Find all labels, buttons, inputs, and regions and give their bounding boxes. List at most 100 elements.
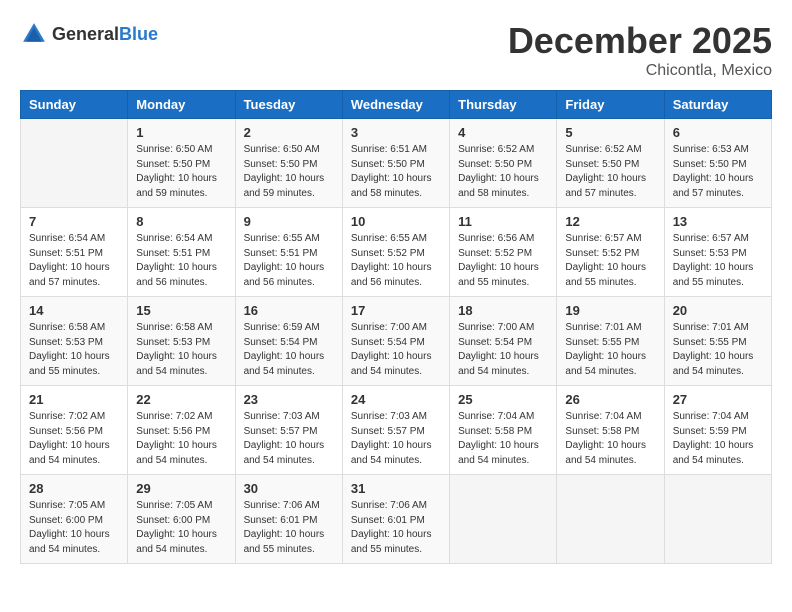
day-info: Sunrise: 6:52 AM Sunset: 5:50 PM Dayligh… xyxy=(565,143,655,201)
day-info: Sunrise: 6:54 AM Sunset: 5:51 PM Dayligh… xyxy=(136,232,226,290)
calendar-cell: 9 Sunrise: 6:55 AM Sunset: 5:51 PM Daylig… xyxy=(235,208,342,297)
day-number: 20 xyxy=(673,303,763,318)
calendar-cell: 18 Sunrise: 7:00 AM Sunset: 5:54 PM Dayli… xyxy=(450,297,557,386)
calendar-cell: 28 Sunrise: 7:05 AM Sunset: 6:00 PM Dayli… xyxy=(21,475,128,564)
calendar-cell: 12 Sunrise: 6:57 AM Sunset: 5:52 PM Dayli… xyxy=(557,208,664,297)
day-info: Sunrise: 7:04 AM Sunset: 5:59 PM Dayligh… xyxy=(673,410,763,468)
weekday-header-saturday: Saturday xyxy=(664,91,771,119)
day-info: Sunrise: 7:00 AM Sunset: 5:54 PM Dayligh… xyxy=(351,321,441,379)
day-number: 9 xyxy=(244,214,334,229)
calendar-cell: 11 Sunrise: 6:56 AM Sunset: 5:52 PM Dayli… xyxy=(450,208,557,297)
calendar-cell: 20 Sunrise: 7:01 AM Sunset: 5:55 PM Dayli… xyxy=(664,297,771,386)
page-header: GeneralBlue December 2025 Chicontla, Mex… xyxy=(20,20,772,80)
logo-blue: Blue xyxy=(119,24,158,44)
day-info: Sunrise: 6:57 AM Sunset: 5:53 PM Dayligh… xyxy=(673,232,763,290)
calendar-cell: 4Sunrise: 6:52 AM Sunset: 5:50 PM Daylig… xyxy=(450,119,557,208)
calendar-cell: 25 Sunrise: 7:04 AM Sunset: 5:58 PM Dayli… xyxy=(450,386,557,475)
calendar-table: SundayMondayTuesdayWednesdayThursdayFrid… xyxy=(20,90,772,564)
day-number: 21 xyxy=(29,392,119,407)
month-year-title: December 2025 xyxy=(508,20,772,62)
day-number: 23 xyxy=(244,392,334,407)
logo: GeneralBlue xyxy=(20,20,158,48)
day-info: Sunrise: 7:04 AM Sunset: 5:58 PM Dayligh… xyxy=(458,410,548,468)
day-info: Sunrise: 7:00 AM Sunset: 5:54 PM Dayligh… xyxy=(458,321,548,379)
day-number: 25 xyxy=(458,392,548,407)
day-info: Sunrise: 6:54 AM Sunset: 5:51 PM Dayligh… xyxy=(29,232,119,290)
day-number: 26 xyxy=(565,392,655,407)
weekday-header-thursday: Thursday xyxy=(450,91,557,119)
day-number: 12 xyxy=(565,214,655,229)
weekday-header-monday: Monday xyxy=(128,91,235,119)
logo-text: GeneralBlue xyxy=(52,24,158,45)
day-info: Sunrise: 6:57 AM Sunset: 5:52 PM Dayligh… xyxy=(565,232,655,290)
title-area: December 2025 Chicontla, Mexico xyxy=(508,20,772,80)
calendar-cell: 2 Sunrise: 6:50 AM Sunset: 5:50 PM Daylig… xyxy=(235,119,342,208)
calendar-cell: 5 Sunrise: 6:52 AM Sunset: 5:50 PM Daylig… xyxy=(557,119,664,208)
day-number: 27 xyxy=(673,392,763,407)
day-info: Sunrise: 6:50 AM Sunset: 5:50 PM Dayligh… xyxy=(244,143,334,201)
calendar-cell: 23Sunrise: 7:03 AM Sunset: 5:57 PM Dayli… xyxy=(235,386,342,475)
calendar-cell xyxy=(450,475,557,564)
week-row-2: 7 Sunrise: 6:54 AM Sunset: 5:51 PM Daylig… xyxy=(21,208,772,297)
day-info: Sunrise: 7:04 AM Sunset: 5:58 PM Dayligh… xyxy=(565,410,655,468)
weekday-header-row: SundayMondayTuesdayWednesdayThursdayFrid… xyxy=(21,91,772,119)
calendar-cell xyxy=(664,475,771,564)
calendar-cell: 27 Sunrise: 7:04 AM Sunset: 5:59 PM Dayli… xyxy=(664,386,771,475)
day-info: Sunrise: 6:52 AM Sunset: 5:50 PM Dayligh… xyxy=(458,143,548,201)
calendar-cell: 24Sunrise: 7:03 AM Sunset: 5:57 PM Dayli… xyxy=(342,386,449,475)
day-number: 15 xyxy=(136,303,226,318)
calendar-cell: 6Sunrise: 6:53 AM Sunset: 5:50 PM Daylig… xyxy=(664,119,771,208)
calendar-cell: 3 Sunrise: 6:51 AM Sunset: 5:50 PM Daylig… xyxy=(342,119,449,208)
weekday-header-friday: Friday xyxy=(557,91,664,119)
calendar-cell: 13 Sunrise: 6:57 AM Sunset: 5:53 PM Dayli… xyxy=(664,208,771,297)
day-info: Sunrise: 6:58 AM Sunset: 5:53 PM Dayligh… xyxy=(29,321,119,379)
day-number: 28 xyxy=(29,481,119,496)
day-number: 5 xyxy=(565,125,655,140)
day-number: 31 xyxy=(351,481,441,496)
week-row-5: 28 Sunrise: 7:05 AM Sunset: 6:00 PM Dayli… xyxy=(21,475,772,564)
day-info: Sunrise: 6:56 AM Sunset: 5:52 PM Dayligh… xyxy=(458,232,548,290)
day-number: 8 xyxy=(136,214,226,229)
calendar-cell xyxy=(557,475,664,564)
day-number: 10 xyxy=(351,214,441,229)
logo-general: General xyxy=(52,24,119,44)
day-info: Sunrise: 7:06 AM Sunset: 6:01 PM Dayligh… xyxy=(351,499,441,557)
day-number: 18 xyxy=(458,303,548,318)
day-number: 7 xyxy=(29,214,119,229)
day-info: Sunrise: 7:05 AM Sunset: 6:00 PM Dayligh… xyxy=(29,499,119,557)
calendar-cell: 29Sunrise: 7:05 AM Sunset: 6:00 PM Dayli… xyxy=(128,475,235,564)
day-info: Sunrise: 6:51 AM Sunset: 5:50 PM Dayligh… xyxy=(351,143,441,201)
day-number: 30 xyxy=(244,481,334,496)
day-info: Sunrise: 6:55 AM Sunset: 5:52 PM Dayligh… xyxy=(351,232,441,290)
day-info: Sunrise: 6:55 AM Sunset: 5:51 PM Dayligh… xyxy=(244,232,334,290)
day-info: Sunrise: 7:03 AM Sunset: 5:57 PM Dayligh… xyxy=(351,410,441,468)
day-info: Sunrise: 6:50 AM Sunset: 5:50 PM Dayligh… xyxy=(136,143,226,201)
day-number: 17 xyxy=(351,303,441,318)
day-info: Sunrise: 7:01 AM Sunset: 5:55 PM Dayligh… xyxy=(565,321,655,379)
day-info: Sunrise: 6:59 AM Sunset: 5:54 PM Dayligh… xyxy=(244,321,334,379)
calendar-cell: 14 Sunrise: 6:58 AM Sunset: 5:53 PM Dayli… xyxy=(21,297,128,386)
day-number: 11 xyxy=(458,214,548,229)
day-info: Sunrise: 7:02 AM Sunset: 5:56 PM Dayligh… xyxy=(29,410,119,468)
calendar-cell: 22 Sunrise: 7:02 AM Sunset: 5:56 PM Dayli… xyxy=(128,386,235,475)
calendar-cell: 10 Sunrise: 6:55 AM Sunset: 5:52 PM Dayli… xyxy=(342,208,449,297)
calendar-cell: 30Sunrise: 7:06 AM Sunset: 6:01 PM Dayli… xyxy=(235,475,342,564)
day-number: 22 xyxy=(136,392,226,407)
weekday-header-sunday: Sunday xyxy=(21,91,128,119)
day-info: Sunrise: 7:01 AM Sunset: 5:55 PM Dayligh… xyxy=(673,321,763,379)
calendar-cell: 26 Sunrise: 7:04 AM Sunset: 5:58 PM Dayli… xyxy=(557,386,664,475)
day-number: 1 xyxy=(136,125,226,140)
day-number: 14 xyxy=(29,303,119,318)
day-info: Sunrise: 6:53 AM Sunset: 5:50 PM Dayligh… xyxy=(673,143,763,201)
calendar-cell: 17 Sunrise: 7:00 AM Sunset: 5:54 PM Dayli… xyxy=(342,297,449,386)
day-info: Sunrise: 6:58 AM Sunset: 5:53 PM Dayligh… xyxy=(136,321,226,379)
calendar-cell: 8 Sunrise: 6:54 AM Sunset: 5:51 PM Daylig… xyxy=(128,208,235,297)
day-number: 29 xyxy=(136,481,226,496)
weekday-header-tuesday: Tuesday xyxy=(235,91,342,119)
day-number: 2 xyxy=(244,125,334,140)
calendar-cell: 16Sunrise: 6:59 AM Sunset: 5:54 PM Dayli… xyxy=(235,297,342,386)
day-number: 13 xyxy=(673,214,763,229)
logo-icon xyxy=(20,20,48,48)
day-info: Sunrise: 7:02 AM Sunset: 5:56 PM Dayligh… xyxy=(136,410,226,468)
day-number: 3 xyxy=(351,125,441,140)
